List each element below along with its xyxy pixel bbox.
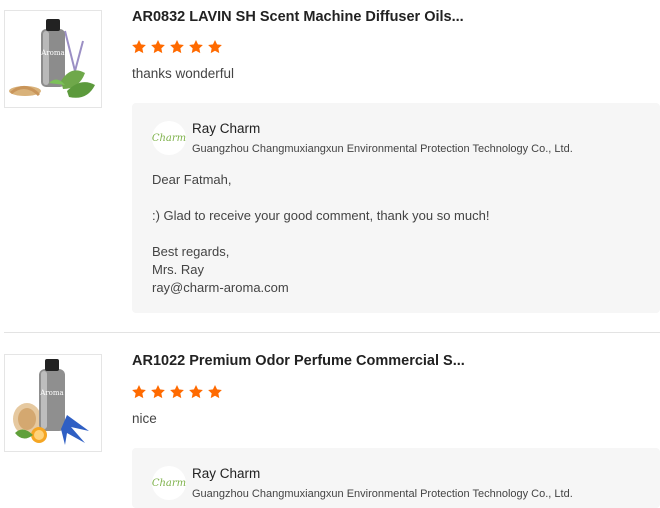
rating-stars (131, 384, 223, 400)
star-icon (189, 40, 203, 54)
star-icon (208, 40, 222, 54)
star-icon (132, 40, 146, 54)
seller-name: Ray Charm (192, 121, 261, 136)
seller-logo: Charm (152, 466, 186, 500)
product-title-link[interactable]: AR0832 LAVIN SH Scent Machine Diffuser O… (132, 9, 464, 25)
seller-reply: Charm Ray Charm Guangzhou Changmuxiangxu… (132, 448, 660, 508)
star-icon (151, 385, 165, 399)
reply-line: Mrs. Ray (152, 262, 204, 277)
review-comment: thanks wonderful (132, 66, 235, 81)
product-thumbnail[interactable]: Aroma (4, 354, 102, 452)
review-comment: nice (132, 411, 157, 426)
product-title-link[interactable]: AR1022 Premium Odor Perfume Commercial S… (132, 353, 465, 369)
seller-company: Guangzhou Changmuxiangxun Environmental … (192, 143, 573, 155)
svg-text:Aroma: Aroma (40, 49, 64, 57)
star-icon (151, 40, 165, 54)
star-icon (208, 385, 222, 399)
svg-text:Aroma: Aroma (39, 389, 63, 397)
seller-name: Ray Charm (192, 466, 261, 481)
reply-line: Dear Fatmah, (152, 172, 232, 187)
reply-line: ray@charm-aroma.com (152, 280, 289, 295)
star-icon (189, 385, 203, 399)
star-icon (170, 385, 184, 399)
rating-stars (131, 39, 223, 55)
product-image: Aroma (9, 19, 95, 98)
reply-line: :) Glad to receive your good comment, th… (152, 208, 490, 223)
product-image: Aroma (13, 359, 89, 445)
star-icon (132, 385, 146, 399)
seller-reply: Charm Ray Charm Guangzhou Changmuxiangxu… (132, 103, 660, 313)
star-icon (170, 40, 184, 54)
reply-line: Best regards, (152, 244, 230, 259)
seller-logo: Charm (152, 121, 186, 155)
seller-company: Guangzhou Changmuxiangxun Environmental … (192, 488, 573, 500)
product-thumbnail[interactable]: Aroma (4, 10, 102, 108)
review-divider (4, 332, 660, 333)
